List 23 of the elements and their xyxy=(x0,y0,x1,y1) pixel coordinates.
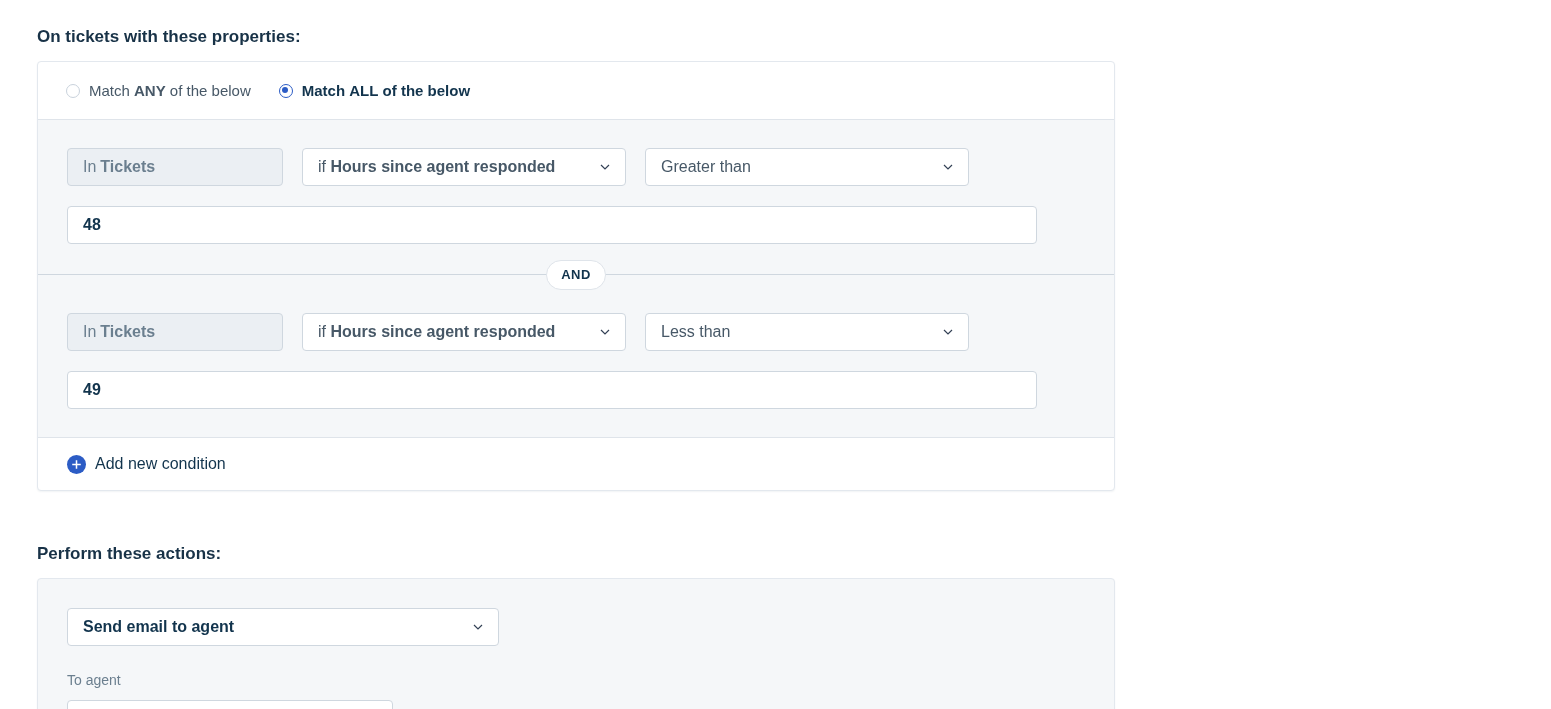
value-field[interactable]: 49 xyxy=(67,371,1037,409)
dropdown[interactable]: Less than xyxy=(645,313,969,351)
chevron-down-icon xyxy=(600,329,610,335)
dropdown[interactable]: if Hours since agent responded xyxy=(302,313,626,351)
chevron-down-icon xyxy=(600,164,610,170)
radio-button[interactable] xyxy=(278,83,293,98)
section-heading: Perform these actions: xyxy=(37,543,222,565)
chevron-down-icon xyxy=(943,329,953,335)
radio-label[interactable]: Match ANY of the below xyxy=(89,82,251,99)
chevron-down-icon xyxy=(943,164,953,170)
chevron-down-icon xyxy=(473,624,483,630)
dropdown[interactable]: Greater than xyxy=(645,148,969,186)
scope-field: In Tickets xyxy=(67,148,283,186)
section-heading: On tickets with these properties: xyxy=(37,26,301,48)
field-label: To agent xyxy=(67,672,121,688)
add-condition-button[interactable]: Add new condition xyxy=(67,454,226,474)
value-field[interactable]: 48 xyxy=(67,206,1037,244)
scope-field: In Tickets xyxy=(67,313,283,351)
plus-icon xyxy=(67,454,86,474)
dropdown[interactable]: Send email to agent xyxy=(67,608,499,646)
and-badge: AND xyxy=(546,260,606,290)
radio-label[interactable]: Match ALL of the below xyxy=(301,82,471,99)
dropdown[interactable]: if Hours since agent responded xyxy=(302,148,626,186)
